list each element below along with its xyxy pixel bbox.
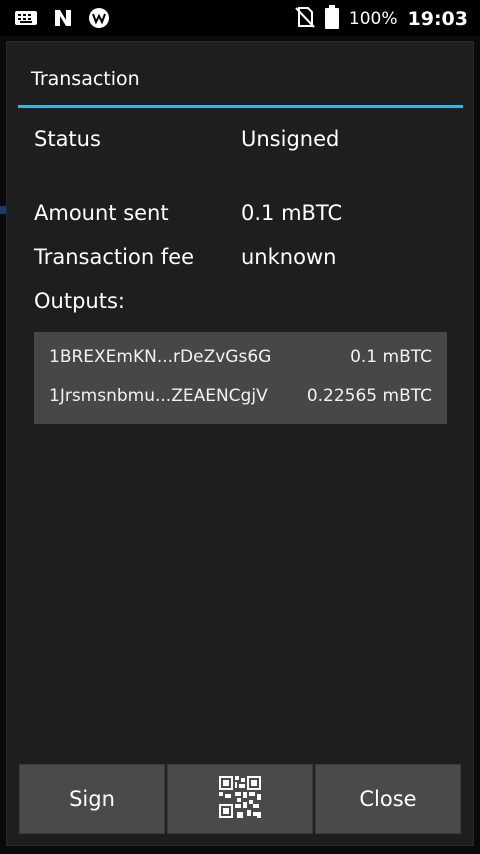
status-label: Status [34, 127, 101, 151]
outputs-label: Outputs: [34, 289, 125, 313]
no-sim-icon [295, 6, 315, 32]
outputs-list: 1BREXEmKN...rDeZvGs6G 0.1 mBTC 1Jrsmsnbm… [34, 332, 447, 424]
amount-sent-label: Amount sent [34, 201, 169, 225]
show-qr-button[interactable] [167, 764, 313, 834]
status-bar: 100% 19:03 [0, 0, 480, 36]
battery-icon [324, 5, 339, 33]
close-button[interactable]: Close [315, 764, 461, 834]
output-amount: 0.22565 mBTC [306, 386, 432, 406]
sign-button[interactable]: Sign [19, 764, 165, 834]
output-address: 1BREXEmKN...rDeZvGs6G [49, 347, 272, 367]
list-item[interactable]: 1BREXEmKN...rDeZvGs6G 0.1 mBTC [49, 347, 432, 377]
transaction-fee-label: Transaction fee [34, 245, 195, 269]
n-logo-icon [52, 7, 74, 33]
transaction-fee-value: unknown [241, 245, 337, 269]
title-divider [18, 105, 463, 108]
status-value: Unsigned [241, 127, 340, 151]
transaction-dialog: Transaction Status Unsigned Amount sent … [6, 41, 474, 846]
battery-percent: 100% [348, 9, 398, 29]
output-amount: 0.1 mBTC [350, 347, 432, 367]
clock: 19:03 [407, 8, 468, 30]
w-app-icon [88, 7, 110, 33]
qr-code-icon [219, 775, 261, 823]
list-item[interactable]: 1Jrsmsnbmu...ZEAENCgjV 0.22565 mBTC [49, 386, 432, 416]
keyboard-icon [14, 9, 38, 31]
amount-sent-value: 0.1 mBTC [241, 201, 343, 225]
dialog-title: Transaction [31, 68, 140, 90]
output-address: 1Jrsmsnbmu...ZEAENCgjV [49, 386, 268, 406]
